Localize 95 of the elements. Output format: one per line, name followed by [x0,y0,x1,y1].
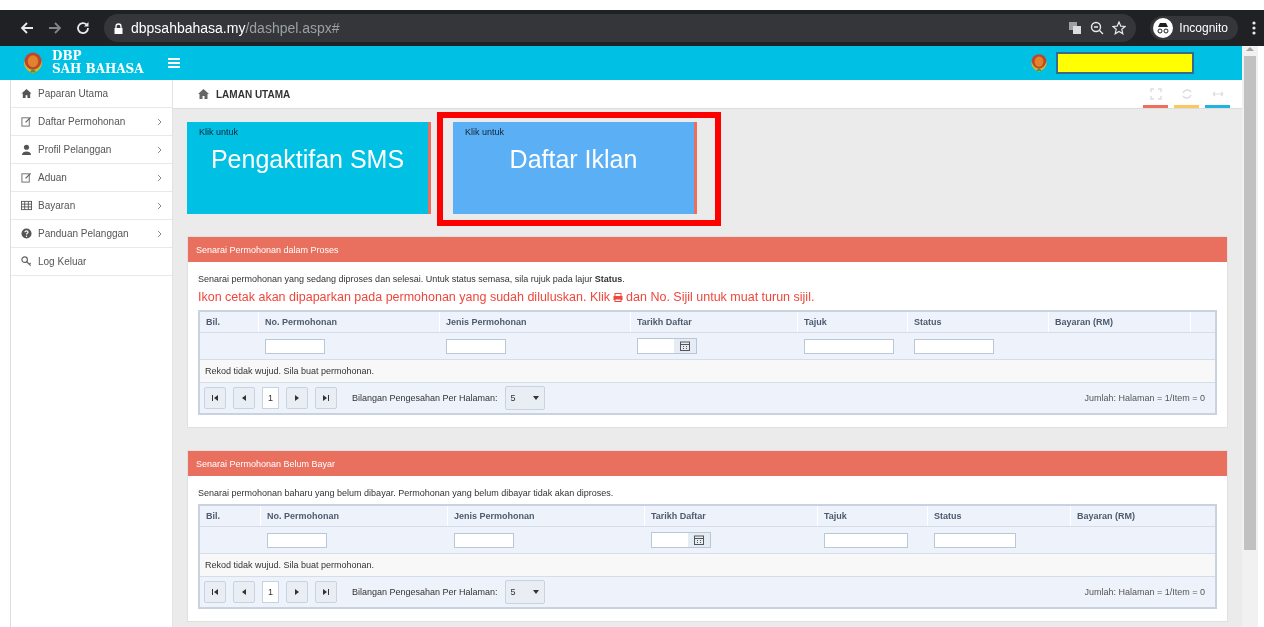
sidebar-item[interactable]: Aduan [11,164,172,192]
caret-icon [532,590,539,594]
sidebar-item[interactable]: Paparan Utama [11,80,172,108]
logo-text: SAH BAHASA [52,63,144,76]
address-bar[interactable]: dbpsahbahasa.my/dashpel.aspx# [104,14,1137,42]
column-header: No. Permohonan [261,506,448,526]
shortcut-tile[interactable]: Klik untuk Daftar Iklan [453,122,697,214]
column-header: Tarikh Daftar [645,506,818,526]
sidebar-item[interactable]: Profil Pelanggan [11,136,172,164]
page-size-select[interactable]: 5 [504,386,545,410]
first-page-icon [211,395,219,401]
page-number[interactable]: 1 [262,387,279,409]
last-page-button[interactable] [315,387,337,409]
triangle-right-icon [293,589,301,595]
calendar-icon [680,341,690,351]
sidebar-item[interactable]: Daftar Permohonan [11,108,172,136]
last-page-icon [322,589,330,595]
column-header: Status [908,312,1049,332]
panel-description: Senarai permohonan yang sedang diproses dan selesai. Untuk status semasa, sila rujuk pada lajur Status. [198,274,626,284]
filter-field[interactable] [267,532,327,548]
column-header: Bayaran (RM) [1071,506,1221,526]
star-icon[interactable] [1112,21,1127,35]
filter-field[interactable] [446,338,506,354]
calendar-icon [694,535,704,545]
column-header: Tarikh Daftar [631,312,798,332]
next-page-button[interactable] [286,387,308,409]
triangle-right-icon [293,395,301,401]
page-summary: Jumlah: Halaman = 1/Item = 0 [1084,393,1206,403]
previous-page-button[interactable] [233,387,255,409]
last-page-button[interactable] [315,581,337,603]
filter-field[interactable] [804,338,894,354]
sidebar-item[interactable]: Panduan Pelanggan [11,220,172,248]
first-page-icon [211,589,219,595]
empty-message: Rekod tidak wujud. Sila buat permohonan. [200,360,1215,383]
key-icon [21,256,32,267]
home-icon [21,88,32,99]
sidebar-item[interactable]: Bayaran [11,192,172,220]
url-host: dbpsahbahasa.my [131,20,246,36]
breadcrumb-title: LAMAN UTAMA [216,88,291,100]
lock-icon [114,22,123,34]
column-header: Bil. [200,506,261,526]
note-text: dan No. Sijil untuk muat turun sijil. [626,290,815,304]
page-size-label: Bilangan Pengesahan Per Halaman: [352,587,498,597]
scrollbar-thumb[interactable] [1244,56,1256,550]
previous-page-button[interactable] [233,581,255,603]
help-icon [21,228,32,239]
column-header: Bil. [200,312,259,332]
incognito-icon [1153,18,1174,38]
last-page-icon [322,395,330,401]
logo-text: DBP [52,50,83,63]
date-field[interactable] [637,338,697,354]
caret-icon [532,396,539,400]
first-page-button[interactable] [204,387,226,409]
column-header: Bayaran (RM) [1049,312,1191,332]
menu-icon[interactable] [1252,21,1256,35]
table-icon [21,200,32,211]
column-header: Tajuk [798,312,908,332]
home-icon [197,88,210,100]
page-number[interactable]: 1 [262,581,279,603]
date-field[interactable] [651,532,711,548]
profile-button[interactable]: Incognito [1150,16,1238,40]
printer-icon [613,292,624,302]
translate-icon[interactable] [1068,21,1083,35]
reload-icon[interactable] [76,21,90,35]
page-size-label: Bilangan Pengesahan Per Halaman: [352,393,498,403]
forward-icon[interactable] [48,21,62,35]
note-text: Ikon cetak akan dipaparkan pada permohonan yang sudah diluluskan. Klik [198,290,611,304]
edit-icon [21,116,32,127]
user-icon [21,144,32,155]
first-page-button[interactable] [204,581,226,603]
panel-title: Senarai Permohonan dalam Proses [196,244,339,255]
empty-message: Rekod tidak wujud. Sila buat permohonan. [200,554,1215,577]
column-header: Tajuk [818,506,928,526]
filter-field[interactable] [265,338,325,354]
panel-description: Senarai permohonan baharu yang belum dibayar. Permohonan yang belum dibayar tidak akan diproses. [198,488,615,498]
back-icon[interactable] [20,21,34,35]
url-path: /dashpel.aspx# [245,20,340,36]
filter-field[interactable] [454,532,514,548]
filter-field[interactable] [824,532,908,548]
page-size-select[interactable]: 5 [504,580,545,604]
column-header: Jenis Permohonan [440,312,631,332]
column-header: Jenis Permohonan [448,506,645,526]
zoom-out-icon[interactable] [1090,21,1105,35]
page-summary: Jumlah: Halaman = 1/Item = 0 [1084,587,1206,597]
panel-title: Senarai Permohonan Belum Bayar [196,458,336,469]
column-header: No. Permohonan [259,312,440,332]
triangle-left-icon [240,395,248,401]
filter-field[interactable] [914,338,994,354]
next-page-button[interactable] [286,581,308,603]
column-header: Status [928,506,1071,526]
sidebar-item[interactable]: Log Keluar [11,248,172,276]
edit-icon [21,172,32,183]
shortcut-tile[interactable]: Klik untuk Pengaktifan SMS [187,122,431,214]
triangle-left-icon [240,589,248,595]
filter-field[interactable] [934,532,1016,548]
